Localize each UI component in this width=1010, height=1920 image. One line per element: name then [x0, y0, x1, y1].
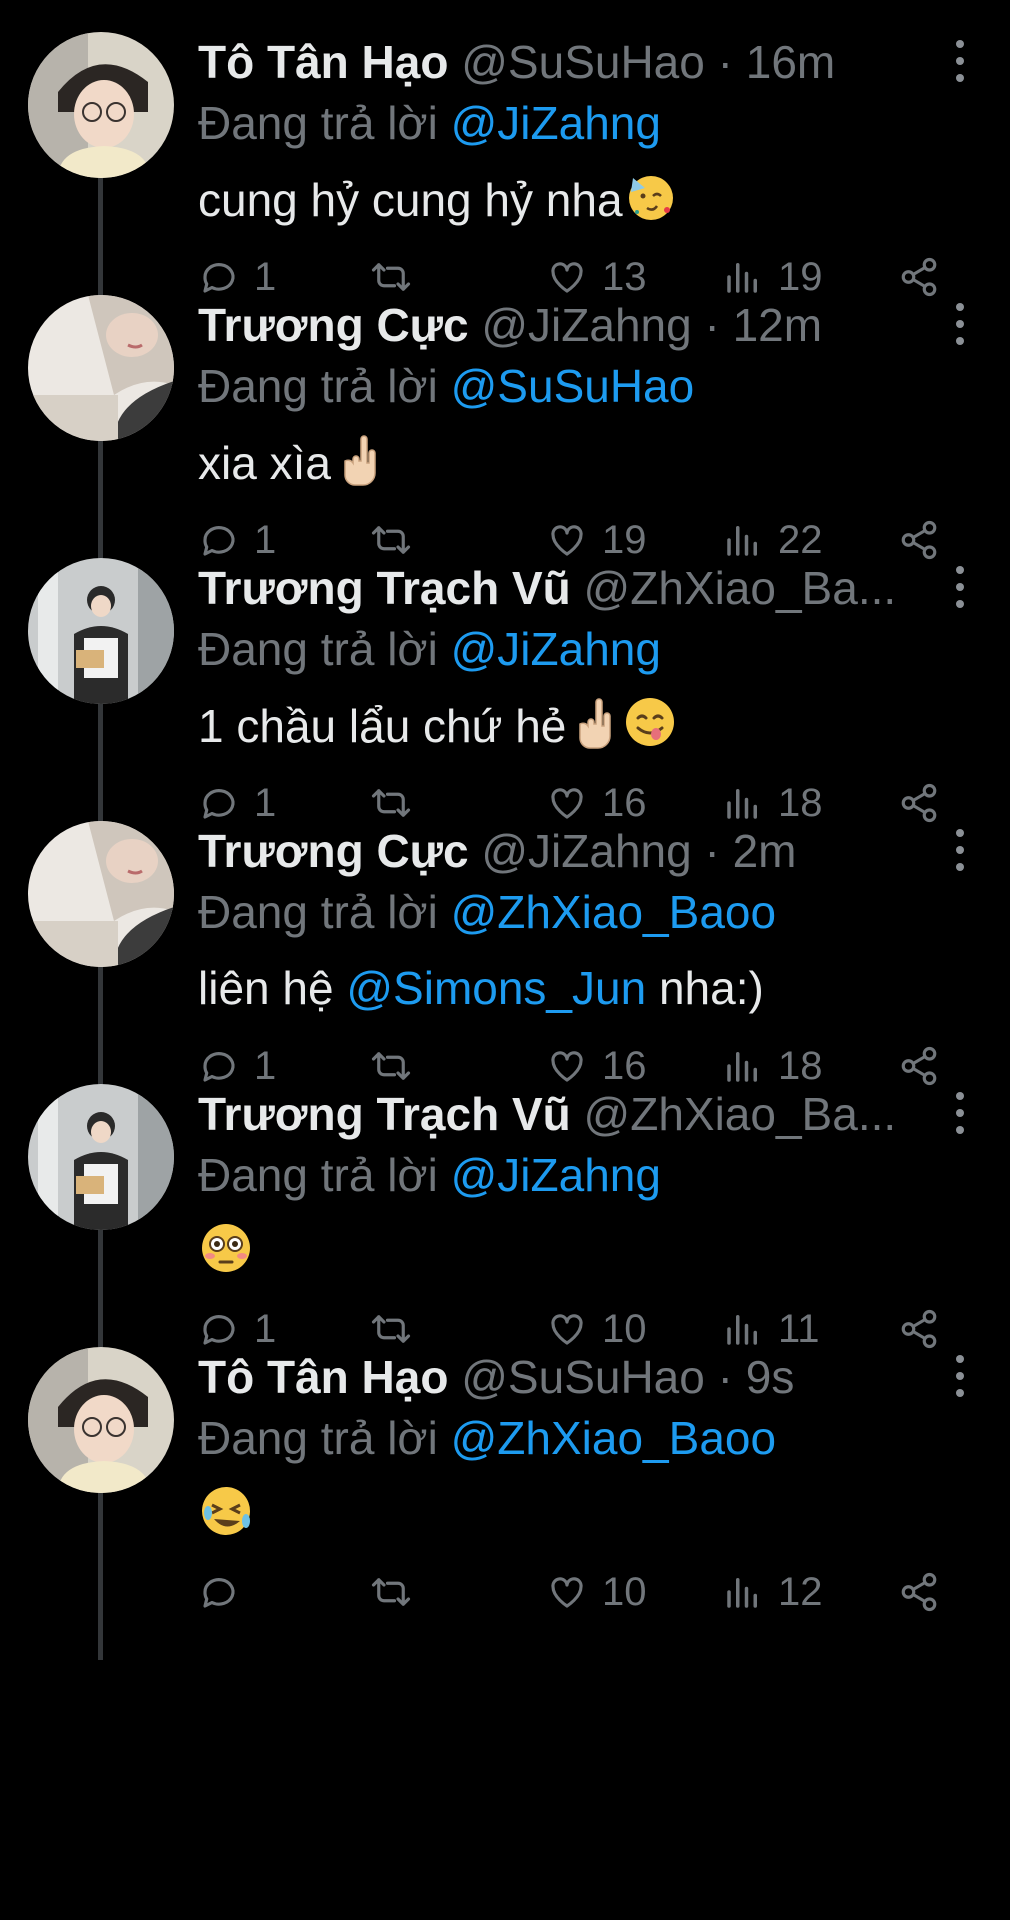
display-name[interactable]: Trương Cực [198, 825, 469, 877]
tweet-body: 1 chầu lẩu chứ hẻ [198, 694, 678, 757]
reply-button[interactable] [198, 1567, 254, 1617]
tweet-header: Tô Tân Hạo @SuSuHao · 16m [198, 34, 920, 90]
display-name[interactable]: Tô Tân Hạo [198, 36, 448, 88]
reply-icon [198, 1571, 240, 1613]
replying-to-line: Đang trả lời @ZhXiao_Baoo [198, 883, 776, 941]
timestamp[interactable]: · 9s [718, 1351, 795, 1403]
replying-to-line: Đang trả lời @JiZahng [198, 1146, 661, 1204]
more-options-icon[interactable] [950, 40, 970, 84]
replying-to-mention[interactable]: @ZhXiao_Baoo [451, 886, 776, 938]
tweet-body: cung hỷ cung hỷ nha [198, 168, 679, 231]
share-icon [898, 1571, 940, 1613]
retweet-icon [370, 1571, 412, 1613]
avatar[interactable] [28, 558, 174, 704]
display-name[interactable]: Trương Cực [198, 299, 469, 351]
more-options-icon[interactable] [950, 829, 970, 873]
tweet-text: nha:) [646, 962, 764, 1014]
rock-on-hand-emoji [344, 435, 376, 486]
avatar[interactable] [28, 821, 174, 967]
action-bar: 10 12 [198, 1567, 958, 1617]
tweet-header: Trương Cực @JiZahng · 2m [198, 823, 920, 879]
partying-face-emoji [628, 176, 673, 220]
replying-label: Đang trả lời [198, 623, 438, 675]
display-name[interactable]: Tô Tân Hạo [198, 1351, 448, 1403]
display-name[interactable]: Trương Trạch Vũ [198, 1088, 571, 1140]
timestamp[interactable]: · 2m [705, 825, 797, 877]
tweet-header: Tô Tân Hạo @SuSuHao · 9s [198, 1349, 920, 1405]
replying-to-mention[interactable]: @SuSuHao [451, 360, 695, 412]
timestamp[interactable]: · 12m [705, 299, 823, 351]
tweet-text: cung hỷ cung hỷ nha [198, 174, 623, 226]
tweet-text: xia xìa [198, 437, 331, 489]
yum-face-emoji [626, 698, 675, 746]
tweet-body [198, 1483, 254, 1546]
avatar[interactable] [28, 295, 174, 441]
tweet-header: Trương Trạch Vũ @ZhXiao_Ba... [198, 560, 920, 616]
replying-to-line: Đang trả lời @ZhXiao_Baoo [198, 1409, 776, 1467]
tweet-body: liên hệ @Simons_Jun nha:) [198, 957, 764, 1019]
more-options-icon[interactable] [950, 566, 970, 610]
replying-label: Đang trả lời [198, 360, 438, 412]
handle[interactable]: @JiZahng [481, 825, 691, 877]
avatar[interactable] [28, 1347, 174, 1493]
timestamp[interactable]: · 16m [718, 36, 836, 88]
rolling-laughing-face-emoji [202, 1487, 250, 1535]
handle[interactable]: @JiZahng [481, 299, 691, 351]
replying-to-mention[interactable]: @JiZahng [451, 623, 661, 675]
replying-to-line: Đang trả lời @SuSuHao [198, 357, 694, 415]
flushed-face-emoji [202, 1224, 250, 1272]
tweet-header: Trương Trạch Vũ @ZhXiao_Ba... [198, 1086, 920, 1142]
replying-label: Đang trả lời [198, 97, 438, 149]
replying-to-line: Đang trả lời @JiZahng [198, 620, 661, 678]
tweet-header: Trương Cực @JiZahng · 12m [198, 297, 920, 353]
tweet-body [198, 1220, 254, 1283]
replying-label: Đang trả lời [198, 886, 438, 938]
tweet[interactable]: Tô Tân Hạo @SuSuHao · 9s Đang trả lời @Zh… [0, 1325, 1010, 1647]
tweet-body: xia xìa [198, 431, 387, 494]
heart-icon [546, 1571, 588, 1613]
tweet-text: liên hệ [198, 962, 347, 1014]
replying-to-mention[interactable]: @JiZahng [451, 97, 661, 149]
bar-chart-icon [722, 1571, 764, 1613]
retweet-button[interactable] [370, 1567, 426, 1617]
more-options-icon[interactable] [950, 1355, 970, 1399]
share-button[interactable] [898, 1567, 940, 1617]
handle[interactable]: @ZhXiao_Ba... [584, 562, 897, 614]
tweet-text: 1 chầu lẩu chứ hẻ [198, 700, 567, 752]
more-options-icon[interactable] [950, 1092, 970, 1136]
more-options-icon[interactable] [950, 303, 970, 347]
replying-label: Đang trả lời [198, 1149, 438, 1201]
avatar[interactable] [28, 1084, 174, 1230]
handle[interactable]: @SuSuHao [461, 36, 705, 88]
replying-to-mention[interactable]: @ZhXiao_Baoo [451, 1412, 776, 1464]
replying-to-line: Đang trả lời @JiZahng [198, 94, 661, 152]
avatar[interactable] [28, 32, 174, 178]
view-count: 12 [778, 1569, 823, 1614]
views-button[interactable]: 12 [722, 1567, 823, 1617]
handle[interactable]: @SuSuHao [461, 1351, 705, 1403]
display-name[interactable]: Trương Trạch Vũ [198, 562, 571, 614]
like-count: 10 [602, 1569, 647, 1614]
replying-label: Đang trả lời [198, 1412, 438, 1464]
mention-link[interactable]: @Simons_Jun [346, 962, 646, 1014]
rock-on-hand-emoji [579, 698, 612, 749]
replying-to-mention[interactable]: @JiZahng [451, 1149, 661, 1201]
like-button[interactable]: 10 [546, 1567, 647, 1617]
handle[interactable]: @ZhXiao_Ba... [584, 1088, 897, 1140]
